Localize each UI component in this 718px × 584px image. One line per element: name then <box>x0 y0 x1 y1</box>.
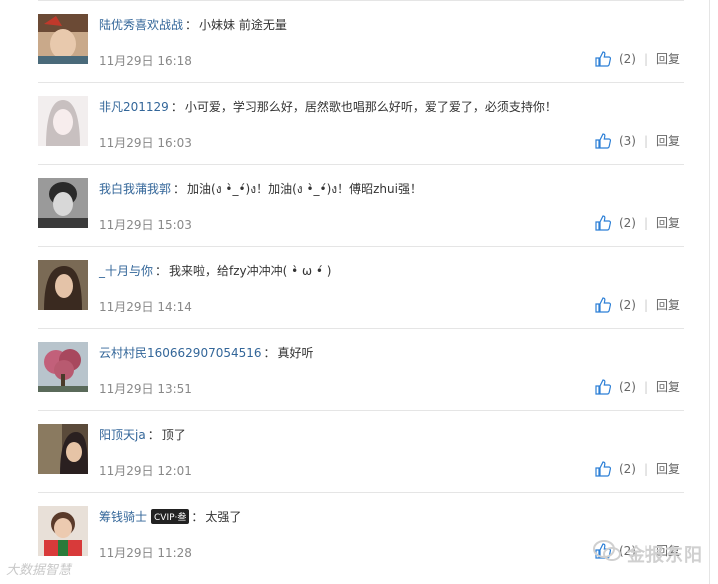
like-thumb-icon[interactable] <box>595 296 611 313</box>
comment-line: _十月与你：我来啦，给fzy冲冲冲( •̀ ω •́ ) <box>99 264 332 278</box>
like-thumb-icon[interactable] <box>595 460 611 477</box>
divider <box>38 82 684 83</box>
avatar[interactable] <box>38 424 88 474</box>
separator: | <box>643 133 648 148</box>
separator: | <box>643 379 648 394</box>
comment-text: 小妹妹 前途无量 <box>199 18 287 32</box>
like-count: (2) <box>618 51 636 66</box>
right-border <box>709 0 710 584</box>
avatar[interactable] <box>38 178 88 228</box>
comment-time: 11月29日 13:51 <box>99 382 192 396</box>
comment-time: 11月29日 14:14 <box>99 300 192 314</box>
username-link[interactable]: _十月与你 <box>99 264 153 278</box>
comment-text: 真好听 <box>277 346 314 360</box>
like-count: (3) <box>618 133 636 148</box>
avatar[interactable] <box>38 14 88 64</box>
reply-button[interactable]: 回复 <box>656 378 680 395</box>
comment-time: 11月29日 16:03 <box>99 136 192 150</box>
username-link[interactable]: 阳顶天ja <box>99 428 146 442</box>
username-link[interactable]: 云村村民1606629070545​16 <box>99 346 262 360</box>
separator: | <box>643 215 648 230</box>
username-link[interactable]: 我白我蒲我郭 <box>99 182 171 196</box>
watermark-left: 大数据智慧 <box>6 563 72 578</box>
separator: | <box>643 461 648 476</box>
separator: | <box>643 51 648 66</box>
like-count: (2) <box>618 379 636 394</box>
like-count: (2) <box>618 297 636 312</box>
comment-item: _十月与你：我来啦，给fzy冲冲冲( •̀ ω •́ ) 11月29日 14:1… <box>24 246 684 328</box>
like-thumb-icon[interactable] <box>595 50 611 67</box>
comment-text: 小可爱，学习那么好，居然歌也唱那么好听，爱了爱了，必须支持你！ <box>184 100 557 114</box>
reply-button[interactable]: 回复 <box>656 296 680 313</box>
comment-item: 我白我蒲我郭：加油(ง •̀_•́)ง！加油(ง •̀_•́)ง！傅昭zhui强… <box>24 164 684 246</box>
comment-item: 阳顶天ja：顶了 11月29日 12:01 (2) | 回复 <box>24 410 684 492</box>
like-thumb-icon[interactable] <box>595 214 611 231</box>
like-count: (2) <box>618 461 636 476</box>
comment-actions: (2) | 回复 <box>595 50 680 67</box>
divider <box>38 492 684 493</box>
like-thumb-icon[interactable] <box>595 378 611 395</box>
avatar[interactable] <box>38 260 88 310</box>
comment-text: 太强了 <box>205 510 242 524</box>
like-thumb-icon[interactable] <box>595 132 611 149</box>
comment-time: 11月29日 15:03 <box>99 218 192 232</box>
reply-button[interactable]: 回复 <box>656 214 680 231</box>
comment-item: 非凡201129：小可爱，学习那么好，居然歌也唱那么好听，爱了爱了，必须支持你！… <box>24 82 684 164</box>
comment-line: 云村村民1606629070545​16：真好听 <box>99 346 314 360</box>
comment-time: 11月29日 12:01 <box>99 464 192 478</box>
divider <box>38 164 684 165</box>
comment-text: 我来啦，给fzy冲冲冲( •̀ ω •́ ) <box>169 264 332 278</box>
comment-text: 加油(ง •̀_•́)ง！加油(ง •̀_•́)ง！傅昭zhui强！ <box>187 182 422 196</box>
divider <box>38 0 684 1</box>
comment-actions: (2) | 回复 <box>595 296 680 313</box>
vip-badge: CVIP·叁 <box>151 509 190 524</box>
avatar[interactable] <box>38 506 88 556</box>
avatar[interactable] <box>38 342 88 392</box>
comment-item: 云村村民1606629070545​16：真好听 11月29日 13:51 (2… <box>24 328 684 410</box>
divider <box>38 410 684 411</box>
reply-button[interactable]: 回复 <box>656 460 680 477</box>
wechat-icon <box>593 540 621 561</box>
comment-actions: (3) | 回复 <box>595 132 680 149</box>
comment-time: 11月29日 16:18 <box>99 54 192 68</box>
username-link[interactable]: 非凡201129 <box>99 100 169 114</box>
comment-text: 顶了 <box>161 428 186 442</box>
comment-item: 陆优秀喜欢战战：小妹妹 前途无量 11月29日 16:18 (2) | 回复 <box>24 0 684 82</box>
watermark-right: 金报东阳 <box>627 545 703 566</box>
reply-button[interactable]: 回复 <box>656 50 680 67</box>
divider <box>38 328 684 329</box>
comment-line: 我白我蒲我郭：加油(ง •̀_•́)ง！加油(ง •̀_•́)ง！傅昭zhui强… <box>99 182 422 196</box>
separator: | <box>643 297 648 312</box>
comment-actions: (2) | 回复 <box>595 378 680 395</box>
comment-item: 筹钱骑士 CVIP·叁：太强了 11月29日 11:28 (2) | 回复 <box>24 492 684 574</box>
reply-button[interactable]: 回复 <box>656 132 680 149</box>
divider <box>38 246 684 247</box>
username-link[interactable]: 陆优秀喜欢战战 <box>99 18 183 32</box>
comment-line: 非凡201129：小可爱，学习那么好，居然歌也唱那么好听，爱了爱了，必须支持你！ <box>99 100 557 114</box>
avatar[interactable] <box>38 96 88 146</box>
comment-line: 陆优秀喜欢战战：小妹妹 前途无量 <box>99 18 287 32</box>
comment-time: 11月29日 11:28 <box>99 546 192 560</box>
comment-actions: (2) | 回复 <box>595 214 680 231</box>
like-count: (2) <box>618 215 636 230</box>
username-link[interactable]: 筹钱骑士 <box>99 510 147 524</box>
comment-line: 阳顶天ja：顶了 <box>99 428 186 442</box>
comment-line: 筹钱骑士 CVIP·叁：太强了 <box>99 509 242 524</box>
comment-actions: (2) | 回复 <box>595 460 680 477</box>
